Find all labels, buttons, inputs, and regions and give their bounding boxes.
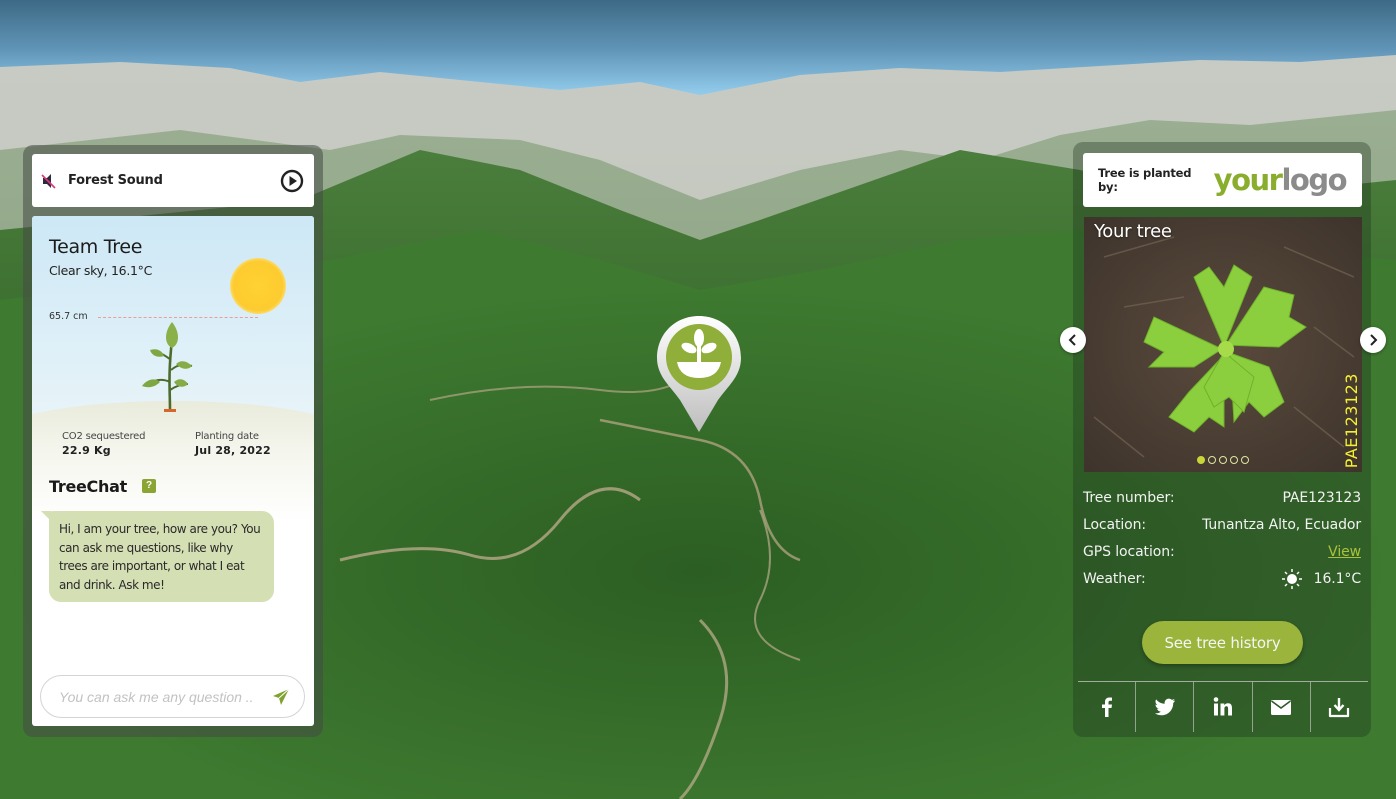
tree-location-pin[interactable]	[656, 316, 742, 432]
help-icon[interactable]: ?	[142, 479, 156, 493]
share-email-button[interactable]	[1253, 682, 1311, 732]
photo-title: Your tree	[1094, 221, 1172, 242]
see-tree-history-button[interactable]: See tree history	[1142, 621, 1303, 664]
tree-photo: Your tree PAE123123	[1084, 217, 1362, 472]
gps-label: GPS location:	[1083, 543, 1175, 560]
photo-dot-3[interactable]	[1219, 456, 1227, 464]
photo-dot-4[interactable]	[1230, 456, 1238, 464]
sun-icon	[230, 258, 286, 314]
planting-date-stat: Planting date Jul 28, 2022	[195, 431, 271, 457]
share-facebook-button[interactable]	[1078, 682, 1137, 732]
tree-card: Team Tree Clear sky, 16.1°C 65.7 cm CO2 …	[32, 216, 314, 726]
photo-dot-5[interactable]	[1241, 456, 1249, 464]
forest-sound-bar: Forest Sound	[32, 154, 314, 207]
co2-value: 22.9 Kg	[62, 444, 111, 457]
tree-name: Team Tree	[49, 236, 143, 258]
play-icon[interactable]	[280, 169, 304, 193]
chevron-left-icon	[1068, 334, 1076, 346]
location-row: Location: Tunantza Alto, Ecuador	[1083, 511, 1361, 538]
location-label: Location:	[1083, 516, 1147, 533]
chevron-right-icon	[1370, 334, 1378, 346]
planting-date-label: Planting date	[195, 431, 259, 442]
photo-prev-button[interactable]	[1060, 327, 1086, 353]
share-linkedin-button[interactable]	[1194, 682, 1253, 732]
photo-next-button[interactable]	[1360, 327, 1386, 353]
gps-view-link[interactable]: View	[1328, 544, 1361, 560]
location-value: Tunantza Alto, Ecuador	[1202, 516, 1361, 533]
tree-photo-image	[1084, 217, 1362, 472]
share-bar	[1078, 681, 1368, 732]
download-icon	[1329, 698, 1350, 718]
weather-row: Weather: 16.1°C	[1083, 565, 1361, 592]
planting-date-value: Jul 28, 2022	[195, 444, 271, 457]
photo-dot-1[interactable]	[1197, 456, 1205, 464]
photo-dot-2[interactable]	[1208, 456, 1216, 464]
sponsor-label: Tree is planted by:	[1098, 166, 1192, 194]
tree-height-label: 65.7 cm	[49, 311, 88, 322]
photo-tree-id: PAE123123	[1342, 372, 1361, 468]
tree-height-line	[98, 317, 258, 318]
gps-row: GPS location: View	[1083, 538, 1361, 565]
tree-illustration-ground	[32, 401, 314, 521]
chat-input-container	[40, 675, 305, 718]
tree-number-row: Tree number: PAE123123	[1083, 484, 1361, 511]
seedling-icon	[142, 322, 193, 412]
tree-number-label: Tree number:	[1083, 489, 1175, 506]
speaker-muted-icon[interactable]	[40, 172, 58, 190]
tree-details: Tree number: PAE123123 Location: Tunantz…	[1083, 484, 1361, 592]
co2-label: CO2 sequestered	[62, 431, 146, 442]
co2-stat: CO2 sequestered 22.9 Kg	[62, 431, 145, 457]
treechat-title: TreeChat	[49, 477, 127, 496]
sponsor-logo[interactable]: yourlogo	[1213, 163, 1348, 197]
send-icon[interactable]	[272, 688, 290, 706]
download-button[interactable]	[1311, 682, 1368, 732]
chat-input[interactable]	[59, 688, 272, 705]
linkedin-icon	[1213, 697, 1232, 716]
tree-weather: Clear sky, 16.1°C	[49, 263, 153, 278]
tree-number-value: PAE123123	[1282, 489, 1361, 506]
share-twitter-button[interactable]	[1136, 682, 1195, 732]
sun-icon	[1281, 568, 1302, 589]
weather-value: 16.1°C	[1313, 570, 1361, 587]
weather-label: Weather:	[1083, 570, 1146, 587]
facebook-icon	[1101, 697, 1112, 717]
sponsor-bar: Tree is planted by: yourlogo	[1083, 153, 1362, 207]
twitter-icon	[1154, 698, 1175, 716]
chat-message-bubble: Hi, I am your tree, how are you? You can…	[41, 511, 274, 602]
sponsor-logo-part2: logo	[1281, 163, 1347, 197]
sponsor-logo-part1: your	[1213, 163, 1283, 197]
forest-sound-title: Forest Sound	[68, 173, 163, 188]
photo-pagination	[1197, 456, 1249, 464]
email-icon	[1271, 700, 1292, 715]
